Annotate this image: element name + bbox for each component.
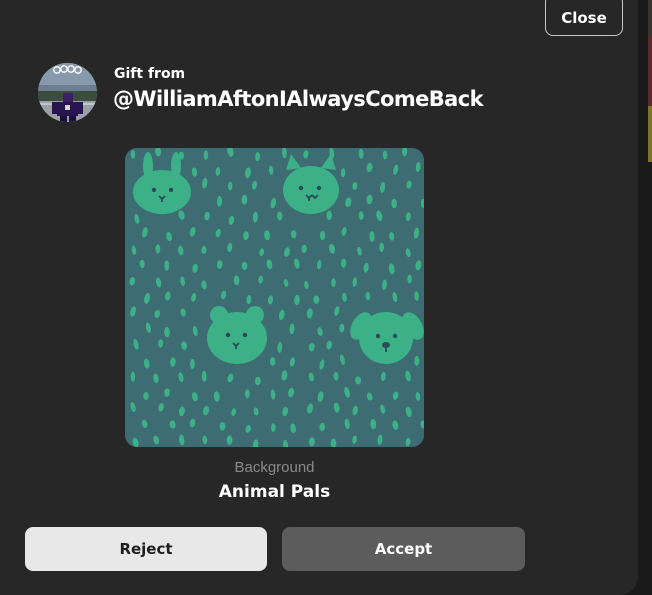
pattern-dot [203, 150, 209, 160]
accept-button[interactable]: Accept [282, 527, 525, 571]
pattern-dot [271, 423, 276, 432]
item-type-label: Background [234, 459, 315, 476]
sender-username: @WilliamAftonIAlwaysComeBack [113, 87, 484, 111]
item-name: Animal Pals [218, 482, 331, 502]
pattern-dot [219, 422, 226, 431]
pattern-dot [241, 194, 248, 205]
pattern-dot [241, 261, 248, 270]
reject-button[interactable]: Reject [25, 527, 267, 571]
pattern-dot [407, 274, 412, 284]
gift-from-label: Gift from [114, 66, 186, 82]
close-button[interactable]: Close [545, 0, 623, 36]
background-edge [638, 0, 652, 595]
pattern-dot [226, 435, 233, 445]
gift-dialog: Close Gift from @WilliamAftonIAlwaysCome… [0, 0, 638, 595]
bear-icon [207, 306, 267, 364]
pattern-dot [130, 371, 136, 382]
sender-avatar [38, 63, 97, 122]
item-preview-image [125, 148, 424, 447]
pattern-dot [228, 181, 233, 191]
